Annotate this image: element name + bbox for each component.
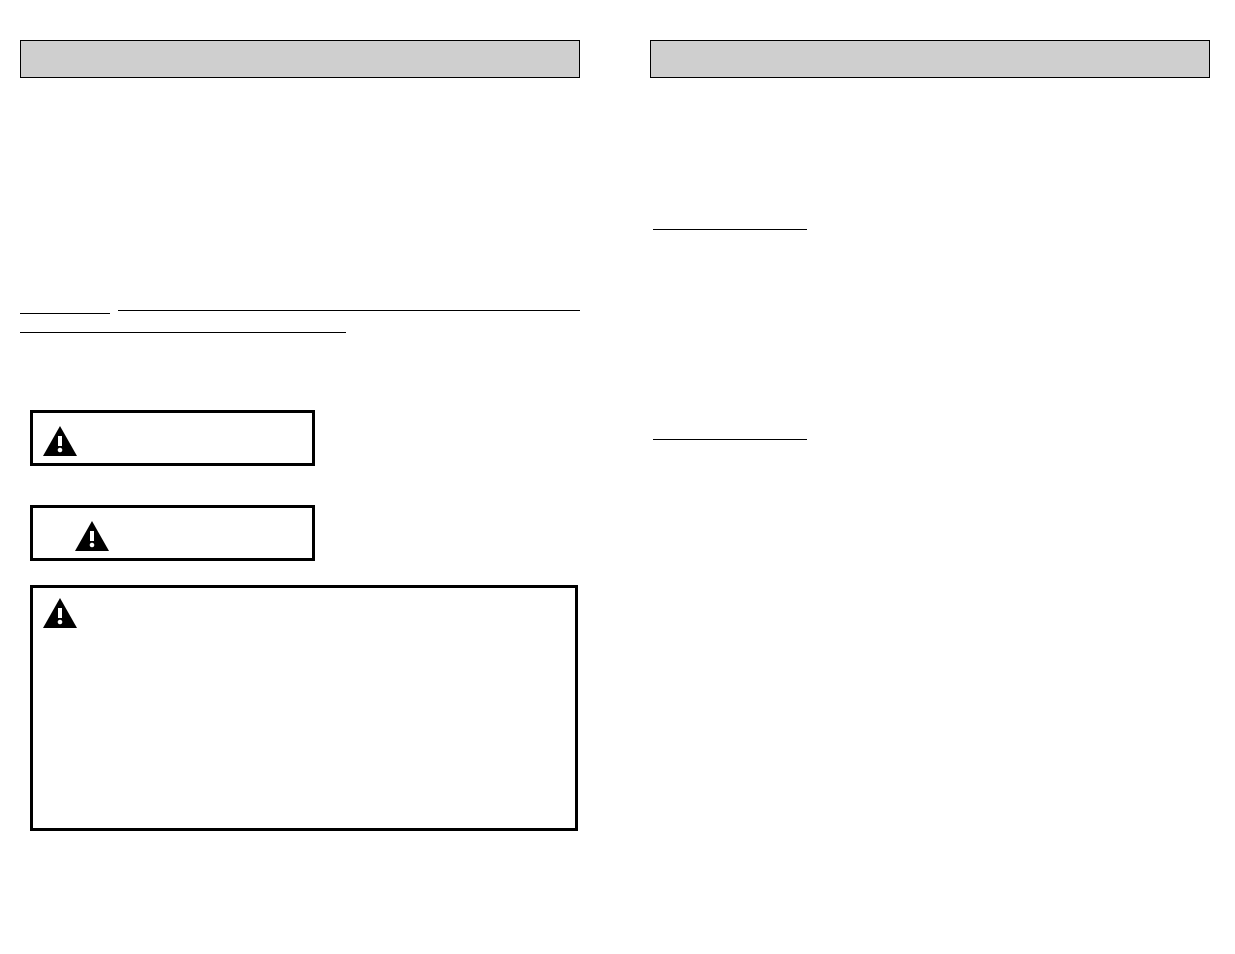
left-section-header bbox=[20, 40, 580, 78]
warning-icon bbox=[75, 521, 109, 551]
left-column bbox=[20, 40, 580, 78]
rule-right-2 bbox=[653, 439, 807, 440]
warning-box-3 bbox=[30, 585, 578, 831]
rule-left-1 bbox=[20, 313, 110, 314]
rule-right-1 bbox=[653, 229, 807, 230]
warning-icon bbox=[43, 426, 77, 456]
rule-left-3 bbox=[20, 332, 346, 333]
warning-box-2 bbox=[30, 505, 315, 561]
rule-left-2 bbox=[118, 310, 580, 311]
warning-box-1 bbox=[30, 410, 315, 466]
right-column bbox=[650, 40, 1210, 78]
warning-icon bbox=[43, 598, 77, 628]
right-section-header bbox=[650, 40, 1210, 78]
